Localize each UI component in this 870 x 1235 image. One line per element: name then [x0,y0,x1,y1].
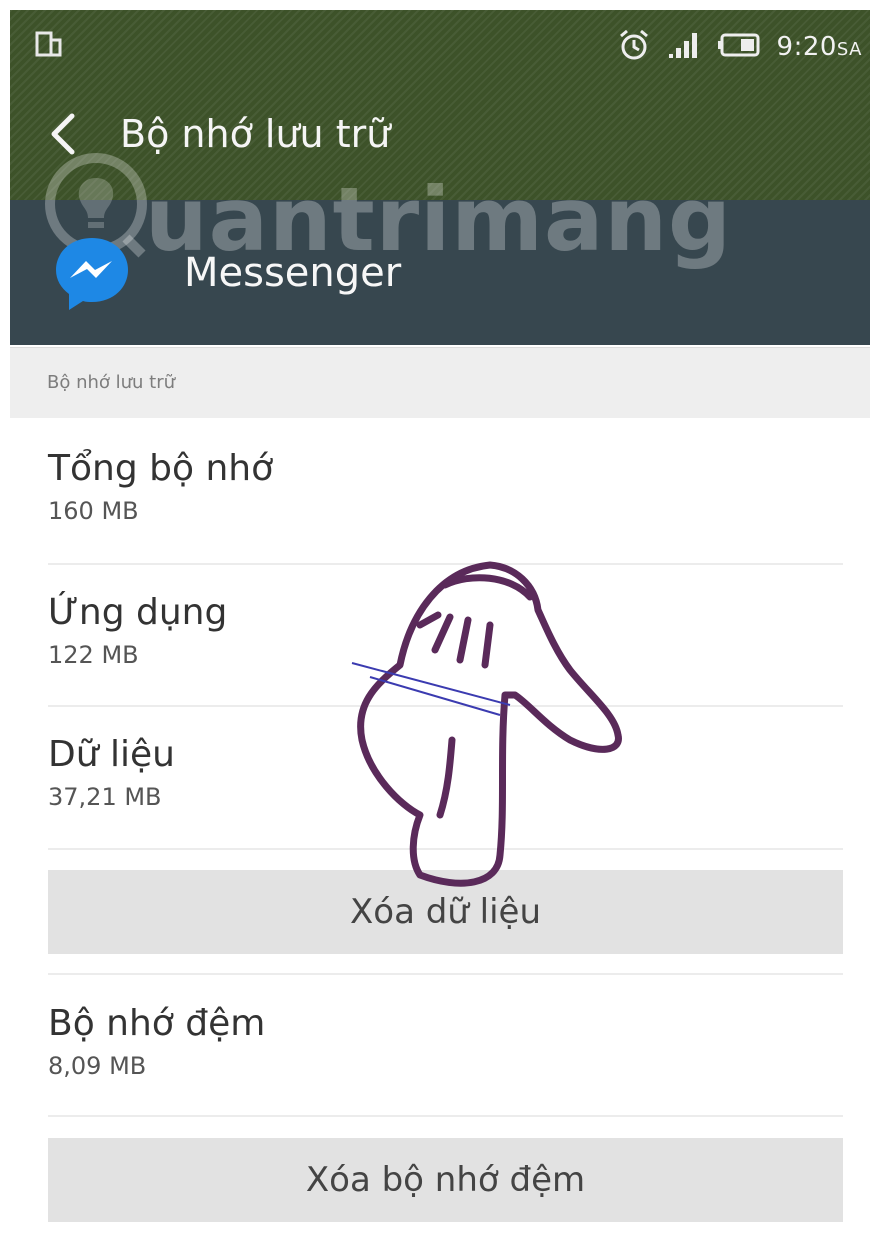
app-size-value: 122 MB [48,641,139,669]
clear-cache-button[interactable]: Xóa bộ nhớ đệm [48,1138,843,1222]
status-time-suffix: SA [836,39,862,60]
data-size-value: 37,21 MB [48,783,162,811]
clear-data-button[interactable]: Xóa dữ liệu [48,870,843,954]
screen-cast-icon [35,30,63,64]
status-bar: 9:20SA [10,10,870,80]
page-title: Bộ nhớ lưu trữ [120,112,391,156]
app-size-label: Ứng dụng [48,592,228,633]
cache-size-label: Bộ nhớ đệm [48,1003,266,1044]
divider [48,1115,843,1117]
status-time: 9:20SA [777,32,862,62]
signal-icon [667,30,701,64]
messenger-icon [50,232,134,316]
data-size-row: Dữ liệu 37,21 MB [48,733,843,811]
battery-icon [717,32,761,62]
app-size-row: Ứng dụng 122 MB [48,591,843,669]
app-header-background [10,200,870,345]
status-time-value: 9:20 [776,32,837,62]
total-storage-label: Tổng bộ nhớ [48,448,274,489]
section-header-label: Bộ nhớ lưu trữ [47,372,176,393]
cache-size-value: 8,09 MB [48,1052,147,1080]
section-header: Bộ nhớ lưu trữ [10,347,870,418]
data-size-label: Dữ liệu [48,734,175,775]
total-storage-value: 160 MB [48,497,139,525]
back-button[interactable] [40,110,88,158]
divider [48,973,843,975]
status-icons: 9:20SA [617,28,862,66]
divider [48,848,843,850]
cache-size-row: Bộ nhớ đệm 8,09 MB [48,1002,843,1080]
alarm-clock-icon [617,28,651,66]
chevron-left-icon [40,113,88,162]
divider [48,705,843,707]
app-storage-screen: 9:20SA Bộ nhớ lưu trữ uantrimang Messeng… [0,0,870,1235]
total-storage-row: Tổng bộ nhớ 160 MB [48,447,843,525]
app-name: Messenger [184,250,402,296]
divider [48,563,843,565]
